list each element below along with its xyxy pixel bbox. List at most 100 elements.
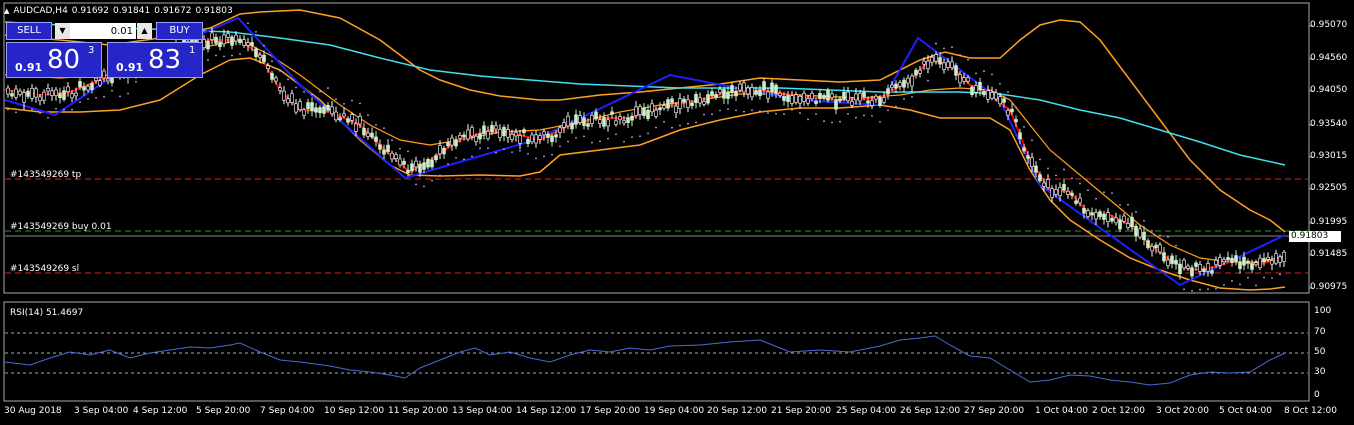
sell-price-button[interactable]: 0.91 80 3 [6, 42, 102, 78]
time-axis-label: 7 Sep 04:00 [260, 406, 315, 416]
candle-body [294, 103, 298, 113]
time-axis-label: 11 Sep 20:00 [388, 406, 449, 416]
time-axis-label: 10 Sep 12:00 [324, 406, 385, 416]
candle-body [26, 90, 30, 97]
sar-dot [759, 110, 761, 113]
candle-body [822, 95, 826, 99]
sar-dot [951, 46, 953, 49]
candle-body [998, 96, 1002, 105]
sar-dot [1231, 280, 1233, 282]
candle-body [66, 86, 70, 93]
chart-canvas[interactable] [0, 0, 1354, 425]
candle-body [922, 60, 926, 65]
buy-price-button[interactable]: 0.91 83 1 [107, 42, 203, 78]
candle-body [774, 84, 778, 94]
candle-body [390, 152, 394, 160]
candle-body [226, 33, 230, 38]
sar-dot [551, 153, 553, 156]
lot-increase-button[interactable]: ▲ [137, 23, 152, 39]
candle-body [246, 42, 250, 46]
candle-body [1146, 240, 1150, 249]
sar-dot [23, 107, 25, 110]
sar-dot [967, 58, 969, 61]
candle-body [342, 113, 346, 117]
buy-price-pip: 1 [189, 45, 196, 56]
sar-dot [775, 112, 777, 115]
candle-body [758, 89, 762, 96]
candle-body [310, 102, 314, 111]
candle-body [814, 100, 818, 104]
candle-body [570, 122, 574, 130]
candle-body [30, 88, 34, 99]
candle-body [1142, 231, 1146, 241]
bollinger-lower-band [4, 57, 1286, 291]
time-axis-label: 2 Oct 12:00 [1092, 406, 1145, 416]
time-axis-label: 5 Oct 04:00 [1219, 406, 1272, 416]
sar-dot [831, 121, 833, 124]
candle-body [674, 105, 678, 113]
sar-dot [943, 47, 945, 50]
sar-dot [679, 124, 681, 127]
candle-body [970, 86, 974, 96]
candle-body [402, 160, 406, 165]
sar-dot [471, 155, 473, 158]
lot-size-input[interactable] [70, 23, 136, 39]
candle-body [546, 133, 550, 138]
candle-body [594, 111, 598, 120]
sar-dot [55, 107, 57, 110]
sar-dot [887, 109, 889, 112]
candle-body [1190, 267, 1194, 277]
sell-button[interactable]: SELL [6, 22, 52, 40]
candle-body [1122, 215, 1126, 222]
sar-dot [767, 112, 769, 114]
lot-decrease-button[interactable]: ▼ [55, 23, 70, 39]
candle-body [1094, 212, 1098, 220]
candle-body [882, 97, 886, 103]
candle-body [382, 149, 386, 155]
rsi-line [4, 335, 1286, 386]
candle-body [90, 83, 94, 90]
sar-dot [1087, 189, 1089, 192]
buy-button[interactable]: BUY [156, 22, 203, 40]
sar-dot [455, 157, 457, 159]
candle-body [450, 137, 454, 146]
candle-body [550, 135, 554, 143]
candle-body [1226, 257, 1230, 261]
candle-body [522, 129, 526, 133]
sar-dot [1127, 203, 1129, 206]
sar-dot [295, 86, 297, 89]
sar-dot [1263, 276, 1265, 279]
sar-dot [631, 136, 633, 139]
candle-body [62, 90, 66, 100]
candle-body [258, 54, 262, 58]
candle-body [782, 96, 786, 101]
candle-body [394, 154, 398, 160]
time-axis-label: 1 Oct 04:00 [1035, 406, 1088, 416]
sar-dot [399, 147, 401, 150]
sar-dot [839, 120, 841, 123]
candle-body [1058, 187, 1062, 196]
candle-body [574, 114, 578, 125]
candle-body [1010, 108, 1014, 113]
sar-dot [855, 116, 857, 119]
candle-body [762, 81, 766, 91]
candle-body [650, 103, 654, 113]
sar-dot [1247, 276, 1249, 279]
candle-body [1042, 182, 1046, 187]
rsi-scale-label: 70 [1314, 327, 1326, 337]
candle-body [206, 40, 210, 50]
sar-dot [535, 157, 537, 160]
candle-body [862, 91, 866, 97]
candle-body [414, 160, 418, 168]
candle-body [718, 88, 722, 93]
candle-body [1158, 244, 1162, 253]
candle-body [270, 72, 274, 80]
sar-dot [103, 95, 105, 98]
candle-body [542, 131, 546, 136]
time-axis-label: 4 Sep 12:00 [133, 406, 188, 416]
sar-dot [1015, 106, 1017, 109]
sar-dot [15, 111, 17, 114]
sar-dot [311, 93, 313, 96]
candle-body [746, 87, 750, 95]
candle-body [810, 93, 814, 100]
